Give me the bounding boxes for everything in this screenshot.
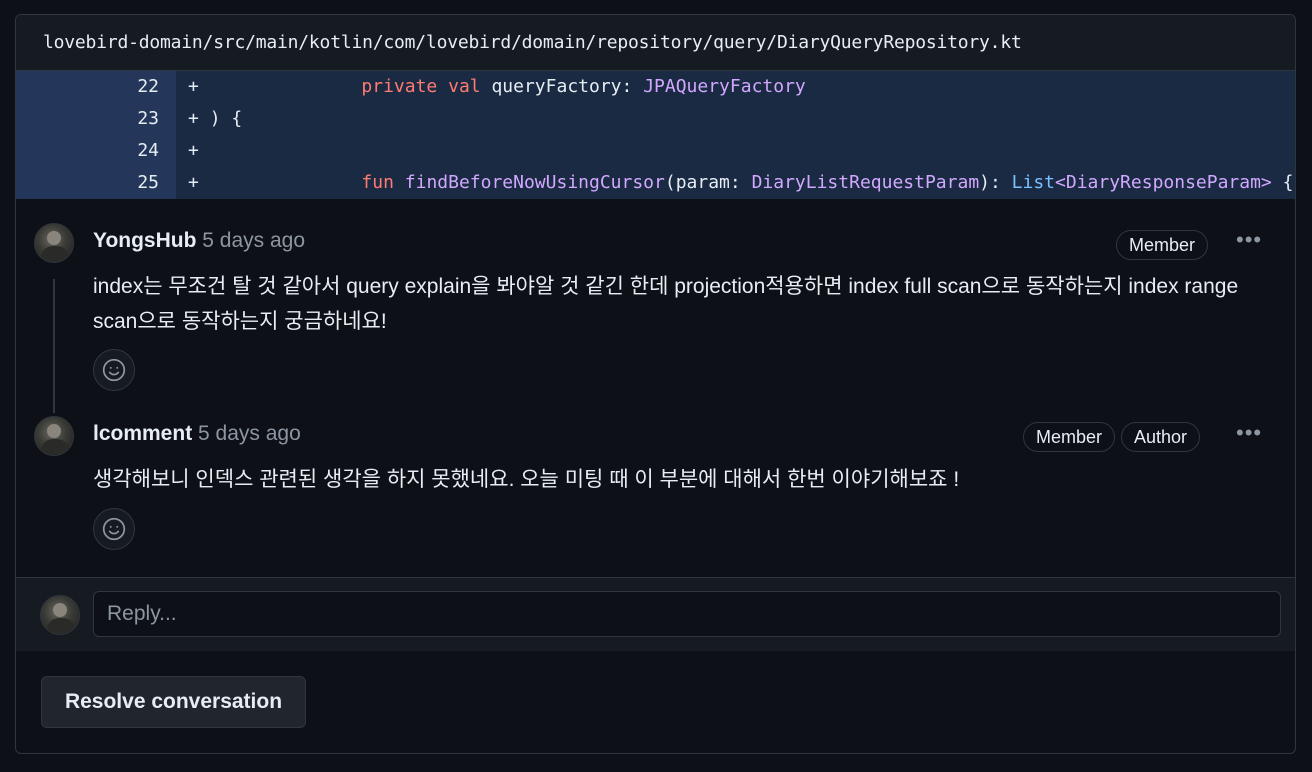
smiley-icon xyxy=(102,517,126,541)
comment-body: 생각해보니 인덱스 관련된 생각을 하지 못했네요. 오늘 미팅 때 이 부분에… xyxy=(93,468,960,491)
kebab-horizontal-icon[interactable]: ••• xyxy=(1236,227,1262,253)
diff-line: 24 + xyxy=(16,135,1295,167)
comment-badges: Member Author xyxy=(1023,422,1201,452)
author-badge: Author xyxy=(1121,422,1201,452)
smiley-icon xyxy=(102,358,126,382)
code-line: + xyxy=(176,135,1295,167)
reply-input[interactable] xyxy=(93,591,1281,637)
add-reaction-button[interactable] xyxy=(93,508,135,550)
comment-timestamp[interactable]: 5 days ago xyxy=(202,229,305,252)
avatar[interactable] xyxy=(34,223,74,263)
line-number[interactable]: 22 xyxy=(16,71,176,103)
code-line: + private val queryFactory: JPAQueryFact… xyxy=(176,71,1295,103)
review-thread: lovebird-domain/src/main/kotlin/com/love… xyxy=(16,15,1295,651)
comment-badges: Member xyxy=(1116,230,1209,260)
diff-line: 25 + fun findBeforeNowUsingCursor(param:… xyxy=(16,167,1295,199)
comment-author[interactable]: YongsHub xyxy=(93,229,196,252)
line-number[interactable]: 25 xyxy=(16,167,176,199)
reply-area xyxy=(16,577,1295,651)
member-badge: Member xyxy=(1023,422,1116,452)
comment-timestamp[interactable]: 5 days ago xyxy=(198,422,301,445)
comment-author[interactable]: lcomment xyxy=(93,422,192,445)
add-reaction-button[interactable] xyxy=(93,349,135,391)
review-thread-container: lovebird-domain/src/main/kotlin/com/love… xyxy=(15,14,1296,754)
comment-header: lcomment 5 days ago xyxy=(93,422,301,446)
file-header: lovebird-domain/src/main/kotlin/com/love… xyxy=(16,15,1295,71)
code-line: + fun findBeforeNowUsingCursor(param: Di… xyxy=(176,167,1295,199)
thread-connector xyxy=(53,279,55,413)
line-number[interactable]: 23 xyxy=(16,103,176,135)
kebab-horizontal-icon[interactable]: ••• xyxy=(1236,420,1262,446)
code-line: + ) { xyxy=(176,103,1295,135)
diff-hunk: 22 + private val queryFactory: JPAQueryF… xyxy=(16,71,1295,199)
diff-line: 23 + ) { xyxy=(16,103,1295,135)
comment-body: index는 무조건 탈 것 같아서 query explain을 봐야알 것 … xyxy=(93,275,1239,333)
diff-line: 22 + private val queryFactory: JPAQueryF… xyxy=(16,71,1295,103)
avatar[interactable] xyxy=(34,416,74,456)
line-number[interactable]: 24 xyxy=(16,135,176,167)
member-badge: Member xyxy=(1116,230,1209,260)
resolve-conversation-button[interactable]: Resolve conversation xyxy=(41,676,306,728)
comment-header: YongsHub 5 days ago xyxy=(93,229,305,253)
avatar xyxy=(40,595,80,635)
file-path[interactable]: lovebird-domain/src/main/kotlin/com/love… xyxy=(43,32,1022,53)
